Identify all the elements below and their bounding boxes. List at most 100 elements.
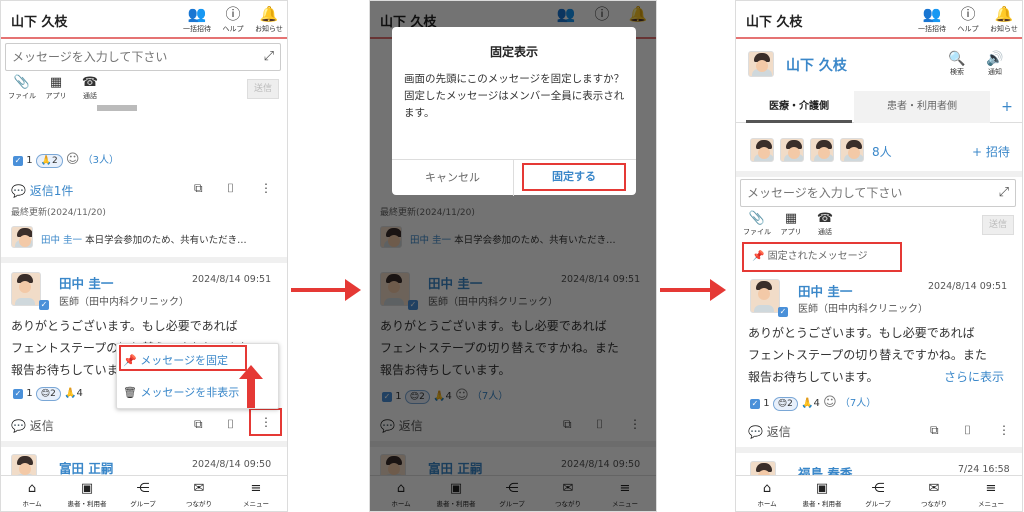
cancel-button[interactable]: キャンセル <box>392 160 514 196</box>
step-arrow-2 <box>660 279 726 301</box>
prev-reply-link[interactable]: 💬 返信1件 <box>11 182 73 199</box>
notify-button[interactable]: 🔊 通知 <box>980 51 1010 77</box>
hide-message-label: メッセージを非表示 <box>140 386 240 399</box>
nav-patients-label: 患者・利用者 <box>802 500 842 508</box>
nav-patients[interactable]: ▣ 患者・利用者 <box>62 480 112 508</box>
reaction-people[interactable]: （7人） <box>840 398 876 409</box>
file-button[interactable]: 📎 ファイル <box>740 211 774 237</box>
search-label: 検索 <box>950 68 964 76</box>
message-input-box: ⤢ <box>740 179 1016 207</box>
nav-group-label: グループ <box>865 500 891 508</box>
copy-icon[interactable]: ⧉ <box>194 417 203 432</box>
help-button[interactable]: ⓘ ヘルプ <box>948 4 988 34</box>
bottom-nav: ⌂ ホーム ▣ 患者・利用者 ⋲ グループ ✉ つながり ≡ メニュー <box>1 475 287 511</box>
pin-icon: 📌 <box>752 251 765 262</box>
nav-home[interactable]: ⌂ ホーム <box>742 480 792 508</box>
reply-button[interactable]: 💬 返信 <box>11 417 54 434</box>
verified-icon: ✓ <box>778 307 788 317</box>
notice-button[interactable]: 🔔 お知らせ <box>249 4 287 34</box>
help-label: ヘルプ <box>957 25 979 33</box>
nav-patients[interactable]: ▣ 患者・利用者 <box>797 480 847 508</box>
screen-pinned-result: 山下 久枝 👥 一括招待 ⓘ ヘルプ 🔔 お知らせ 山下 久枝 🔍 検索 🔊 通… <box>735 0 1023 512</box>
member-count[interactable]: 8人 <box>872 143 892 160</box>
app-header: 山下 久枝 👥 一括招待 ⓘ ヘルプ 🔔 お知らせ <box>1 1 287 39</box>
search-button[interactable]: 🔍 検索 <box>942 51 972 77</box>
bell-icon: 🔔 <box>259 5 279 23</box>
nav-connect[interactable]: ✉ つながり <box>909 480 959 508</box>
app-button[interactable]: ▦ アプリ <box>39 75 73 101</box>
prev-reply-name: 田中 圭一 <box>41 235 83 246</box>
hide-message-item[interactable]: 🗑 メッセージを非表示 <box>123 384 239 400</box>
bookmark-icon[interactable]: ⌷ <box>227 417 234 432</box>
face-count: 2 <box>50 389 56 399</box>
member-avatar <box>840 138 864 162</box>
more-icon[interactable]: ⋮ <box>998 423 1010 437</box>
group-avatar <box>748 51 774 77</box>
send-button[interactable]: 送信 <box>247 79 279 99</box>
nav-connect[interactable]: ✉ つながり <box>174 480 224 508</box>
show-more-link[interactable]: さらに表示 <box>944 368 1004 385</box>
notice-button[interactable]: 🔔 お知らせ <box>984 4 1022 34</box>
pray-reaction-icon[interactable]: 🙏 <box>801 398 813 409</box>
copy-icon[interactable]: ⧉ <box>930 423 939 438</box>
mail-icon: ✉ <box>928 481 940 496</box>
header-user-name: 山下 久枝 <box>746 15 803 30</box>
invite-link[interactable]: + 招待 <box>972 143 1010 160</box>
more-icon[interactable]: ⋮ <box>260 415 272 429</box>
call-button[interactable]: ☎ 通話 <box>808 211 842 237</box>
group-tabs: 医療・介護側 患者・利用者側 + <box>736 91 1022 123</box>
message-input[interactable] <box>741 180 981 206</box>
help-button[interactable]: ⓘ ヘルプ <box>213 4 253 34</box>
call-button[interactable]: ☎ 通話 <box>73 75 107 101</box>
pinned-message-banner[interactable]: 📌 固定されたメッセージ <box>742 242 902 272</box>
add-reaction-icon[interactable]: ☺ <box>823 395 837 410</box>
add-user-icon: 👥 <box>922 5 942 23</box>
pray-reaction-icon[interactable]: 🙏 <box>64 388 76 399</box>
member-avatar <box>750 138 774 162</box>
check-count: 1 <box>763 398 770 409</box>
notice-label: お知らせ <box>255 25 283 33</box>
prev-reaction-people[interactable]: （3人） <box>83 155 119 166</box>
add-reaction-icon[interactable]: ☺ <box>66 152 80 167</box>
bookmark-icon[interactable]: ⌷ <box>964 423 971 438</box>
tab-patient[interactable]: 患者・利用者側 <box>854 91 990 123</box>
nav-home[interactable]: ⌂ ホーム <box>7 480 57 508</box>
more-icon[interactable]: ⋮ <box>260 181 272 195</box>
nav-menu[interactable]: ≡ メニュー <box>966 480 1016 508</box>
pin-confirm-button[interactable]: 固定する <box>522 163 626 191</box>
reply-button[interactable]: 💬 返信 <box>748 423 791 440</box>
member-avatar <box>780 138 804 162</box>
face-reaction[interactable]: 😊2 <box>772 397 798 411</box>
expand-icon[interactable]: ⤢ <box>999 185 1009 200</box>
face-count: 2 <box>787 399 793 409</box>
message-author[interactable]: 田中 圭一 <box>59 273 113 292</box>
prev-pray-reaction[interactable]: 🙏2 <box>35 154 63 168</box>
message-input-box: ⤢ <box>5 43 281 71</box>
expand-icon[interactable]: ⤢ <box>264 49 274 64</box>
bookmark-icon[interactable]: ⌷ <box>227 181 234 196</box>
nav-group[interactable]: ⋲ グループ <box>853 480 903 508</box>
bulk-invite-button[interactable]: 👥 一括招待 <box>177 4 217 34</box>
bulk-invite-button[interactable]: 👥 一括招待 <box>912 4 952 34</box>
message-author[interactable]: 田中 圭一 <box>798 281 852 300</box>
tab-medical[interactable]: 医療・介護側 <box>746 91 852 123</box>
face-reaction[interactable]: 😊2 <box>35 387 61 401</box>
prev-reply-preview[interactable]: 田中 圭一 本日学会参加のため、共有いただき… <box>41 232 247 246</box>
dialog-message: 画面の先頭にこのメッセージを固定しますか？ 固定したメッセージはメンバー全員に表… <box>404 73 625 119</box>
nav-group[interactable]: ⋲ グループ <box>118 480 168 508</box>
author-avatar <box>750 279 780 313</box>
copy-icon[interactable]: ⧉ <box>194 181 203 196</box>
nav-menu[interactable]: ≡ メニュー <box>231 480 281 508</box>
file-button[interactable]: 📎 ファイル <box>5 75 39 101</box>
send-button[interactable]: 送信 <box>982 215 1014 235</box>
prev-reply-avatar <box>11 226 33 248</box>
notify-label: 通知 <box>988 68 1002 76</box>
tab-add[interactable]: + <box>992 91 1022 123</box>
check-reaction-icon: ✓ <box>750 399 760 409</box>
app-button[interactable]: ▦ アプリ <box>774 211 808 237</box>
pray-count: 4 <box>76 388 83 399</box>
tutorial-stage: 山下 久枝 👥 一括招待 ⓘ ヘルプ 🔔 お知らせ ⤢ 📎 ファイル <box>0 0 1024 512</box>
message-reactions: ✓ 1 😊2 🙏4 ☺ （7人） <box>750 394 876 411</box>
message-input[interactable] <box>6 44 246 70</box>
author-role: 医師（田中内科クリニック） <box>798 304 928 315</box>
